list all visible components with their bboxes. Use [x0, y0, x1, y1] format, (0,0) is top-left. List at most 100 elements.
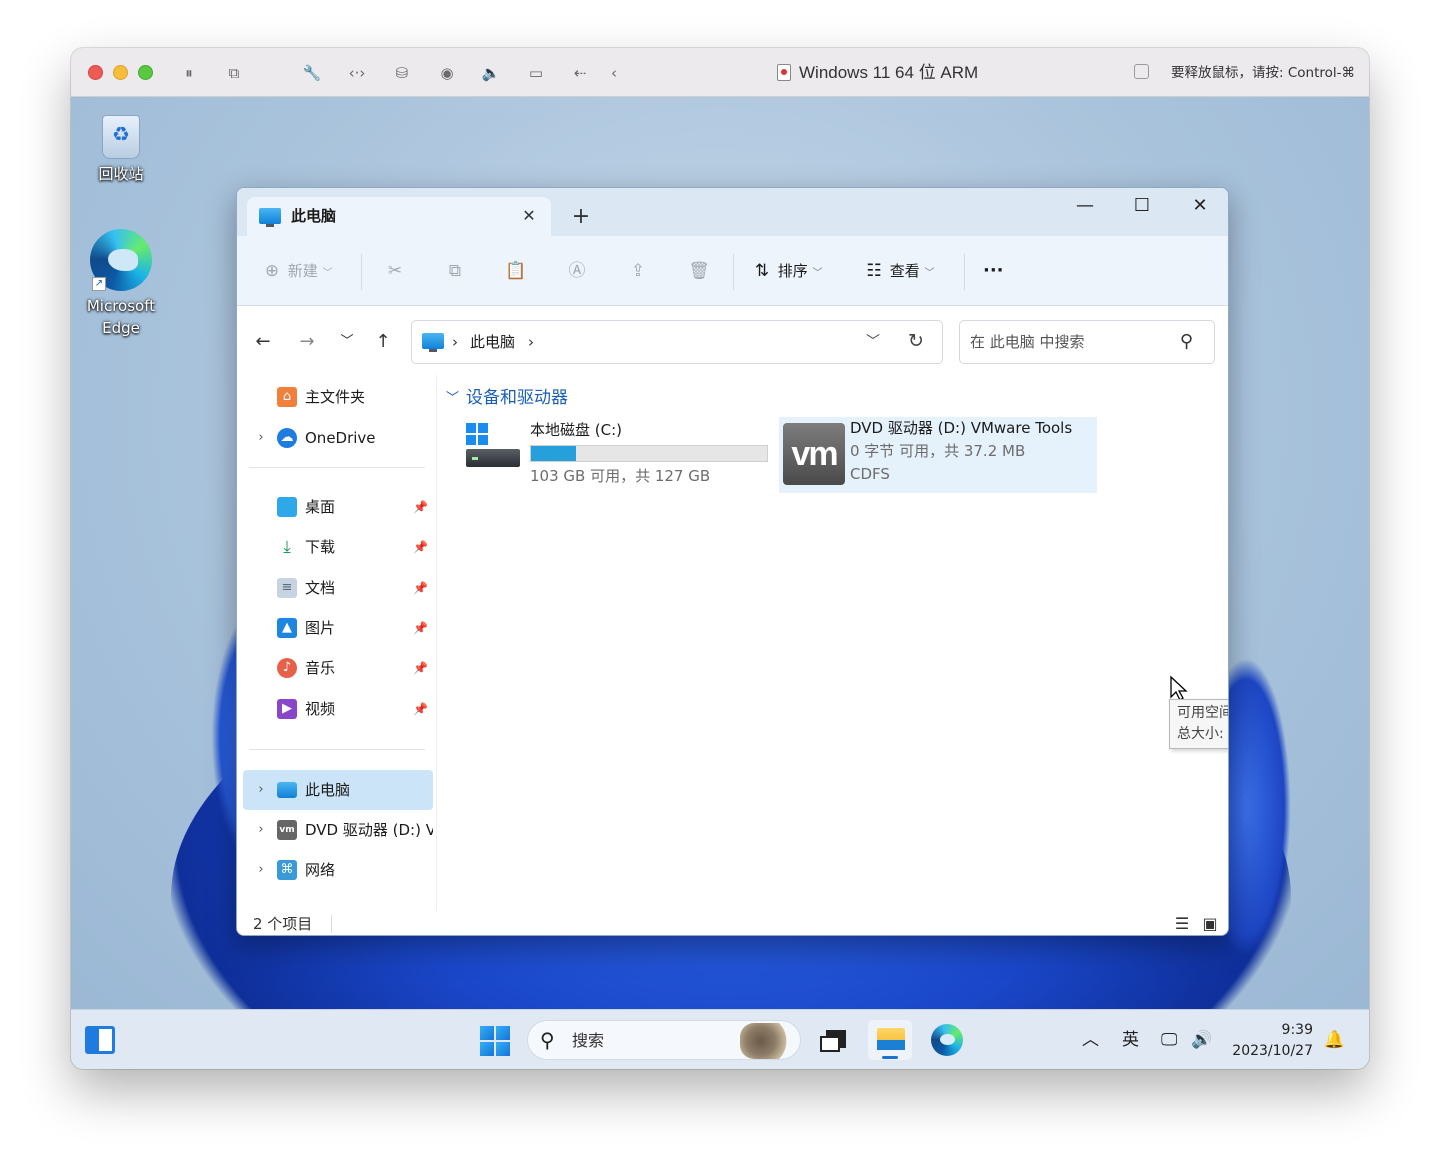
desktop-icon-recycle-bin[interactable]: ♻ 回收站 — [71, 109, 171, 185]
taskbar-edge[interactable] — [924, 1020, 968, 1060]
sidebar-item-label: 此电脑 — [305, 781, 351, 799]
desktop-icon-edge[interactable]: ↗ Microsoft Edge — [71, 229, 171, 339]
large-icons-view-icon[interactable]: ▣ — [1199, 913, 1221, 935]
minimize-button[interactable]: — — [1057, 190, 1113, 222]
new-button[interactable]: ⊕ 新建 ﹀ — [261, 256, 333, 286]
breadcrumb-separator-icon[interactable]: › — [528, 331, 534, 353]
input-method-indicator[interactable]: 英 — [1122, 1028, 1139, 1052]
sidebar-item-downloads[interactable]: ⤓ 下载 📌 — [243, 527, 433, 567]
sidebar-item-home[interactable]: ⌂ 主文件夹 — [243, 377, 433, 417]
rename-button[interactable]: Ⓐ — [566, 256, 588, 286]
sidebar-item-desktop[interactable]: 桌面 📌 — [243, 487, 433, 527]
item-count: 2 个项目 — [253, 915, 313, 933]
view-button[interactable]: ☷ 查看 ﹀ — [863, 256, 935, 286]
breadcrumb-separator-icon: › — [452, 333, 458, 351]
search-icon: ⚲ — [540, 1028, 555, 1052]
speaker-icon[interactable]: 🔈 — [479, 61, 503, 85]
refresh-icon[interactable]: ↻ — [908, 329, 924, 353]
taskbar-search[interactable]: ⚲ 搜索 — [527, 1020, 801, 1060]
command-bar: ⊕ 新建 ﹀ ✂ ⧉ 📋 Ⓐ ⇪ 🗑 ⇅ 排序 ﹀ ☷ 查看 ﹀ ··· — [237, 236, 1228, 306]
drive-d-tile[interactable]: vm DVD 驱动器 (D:) VMware Tools 0 字节 可用，共 3… — [779, 417, 1097, 493]
maximize-button[interactable]: ☐ — [1114, 190, 1170, 222]
pause-icon[interactable]: ⏸ — [177, 61, 201, 85]
expand-chevron-icon[interactable]: › — [251, 418, 271, 458]
code-brackets-icon[interactable]: ‹·› — [345, 61, 369, 85]
delete-button[interactable]: 🗑 — [688, 256, 710, 286]
snapshot-icon[interactable]: ⧉ — [222, 61, 246, 85]
pin-icon[interactable]: 📌 — [413, 527, 428, 567]
sidebar-item-pictures[interactable]: ▲ 图片 📌 — [243, 608, 433, 648]
chevron-left-icon[interactable]: ‹ — [602, 61, 626, 85]
sidebar-item-label: 视频 — [305, 700, 336, 718]
pin-icon[interactable]: 📌 — [413, 608, 428, 648]
camera-icon[interactable]: ▭ — [524, 61, 548, 85]
close-tab-icon[interactable]: ✕ — [517, 204, 541, 228]
clock-date[interactable]: 2023/10/27 — [1232, 1041, 1313, 1061]
status-bar: 2 个项目 ☰ ▣ — [237, 911, 1228, 935]
sidebar-item-music[interactable]: ♪ 音乐 📌 — [243, 648, 433, 688]
task-view-button[interactable] — [812, 1020, 856, 1060]
search-input[interactable] — [970, 331, 1170, 353]
chevron-down-icon: ﹀ — [924, 268, 935, 279]
expand-chevron-icon[interactable]: › — [251, 770, 271, 810]
expand-chevron-icon[interactable]: › — [251, 850, 271, 890]
breadcrumb-this-pc[interactable]: 此电脑 — [470, 331, 515, 353]
copy-button[interactable]: ⧉ — [444, 256, 466, 286]
disk-icon[interactable]: ⛁ — [390, 61, 414, 85]
volume-icon[interactable]: 🔊 — [1191, 1028, 1212, 1052]
pin-icon[interactable]: 📌 — [413, 689, 428, 729]
share-button[interactable]: ⇪ — [627, 256, 649, 286]
address-bar[interactable]: › 此电脑 › ﹀ ↻ — [411, 320, 943, 364]
details-view-icon[interactable]: ☰ — [1171, 913, 1193, 935]
recycle-bin-icon: ♻ — [98, 109, 144, 161]
new-tab-button[interactable]: + — [567, 204, 595, 232]
paste-button[interactable]: 📋 — [505, 256, 527, 286]
pin-icon[interactable]: 📌 — [413, 568, 428, 608]
start-button[interactable] — [480, 1026, 510, 1056]
expand-chevron-icon[interactable]: › — [251, 810, 271, 850]
sidebar-item-dvd-drive[interactable]: › vm DVD 驱动器 (D:) V — [243, 810, 433, 850]
sidebar-item-this-pc[interactable]: › 此电脑 — [243, 770, 433, 810]
more-options-button[interactable]: ··· — [983, 256, 1004, 286]
drive-name: DVD 驱动器 (D:) VMware Tools — [850, 419, 1073, 437]
plus-circle-icon: ⊕ — [264, 261, 280, 281]
wrench-icon[interactable]: 🔧 — [300, 61, 324, 85]
divider — [331, 915, 332, 933]
recent-locations-button[interactable]: ﹀ — [331, 327, 363, 357]
network-icon[interactable]: 🖵 — [1161, 1028, 1177, 1052]
zoom-window-button[interactable] — [138, 65, 153, 80]
close-window-button[interactable] — [88, 65, 103, 80]
address-dropdown-icon[interactable]: ﹀ — [866, 330, 880, 354]
widgets-icon[interactable] — [85, 1026, 115, 1054]
drive-c-tile[interactable]: 本地磁盘 (C:) 103 GB 可用，共 127 GB — [458, 415, 778, 491]
pin-icon[interactable]: 📌 — [413, 648, 428, 688]
up-button[interactable]: ↑ — [367, 327, 399, 357]
back-button[interactable]: ← — [247, 327, 279, 357]
user-icon[interactable]: ◉ — [435, 61, 459, 85]
pin-icon[interactable]: 📌 — [413, 487, 428, 527]
search-box[interactable]: ⚲ — [959, 320, 1215, 364]
chevron-down-icon: ﹀ — [812, 268, 823, 279]
tab-this-pc[interactable]: 此电脑 ✕ — [247, 197, 551, 237]
show-hidden-icons-chevron[interactable]: ︿ — [1082, 1028, 1099, 1052]
sidebar-item-documents[interactable]: ≡ 文档 📌 — [243, 568, 433, 608]
clock-time[interactable]: 9:39 — [1282, 1020, 1313, 1040]
collapse-chevron-icon[interactable]: ﹀ — [446, 387, 459, 406]
share-icon: ⇪ — [630, 261, 646, 281]
sidebar-item-onedrive[interactable]: › ☁ OneDrive — [243, 418, 433, 458]
usb-icon[interactable]: ⇠ — [568, 61, 592, 85]
trash-icon: 🗑 — [688, 261, 710, 281]
forward-button[interactable]: → — [291, 327, 323, 357]
tab-bar: 此电脑 ✕ + — ☐ ✕ — [237, 188, 1228, 237]
minimize-window-button[interactable] — [113, 65, 128, 80]
sort-button[interactable]: ⇅ 排序 ﹀ — [751, 256, 823, 286]
notification-bell-icon[interactable]: 🔔 — [1324, 1028, 1345, 1052]
taskbar-file-explorer[interactable] — [868, 1020, 912, 1060]
sidebar-item-network[interactable]: › ⌘ 网络 — [243, 850, 433, 890]
close-button[interactable]: ✕ — [1172, 190, 1228, 222]
cut-button[interactable]: ✂ — [384, 256, 406, 286]
sidebar-item-videos[interactable]: ▶ 视频 📌 — [243, 689, 433, 729]
restore-icon[interactable] — [1134, 64, 1149, 79]
group-header[interactable]: 设备和驱动器 — [466, 385, 568, 411]
search-icon[interactable]: ⚲ — [1180, 330, 1193, 354]
